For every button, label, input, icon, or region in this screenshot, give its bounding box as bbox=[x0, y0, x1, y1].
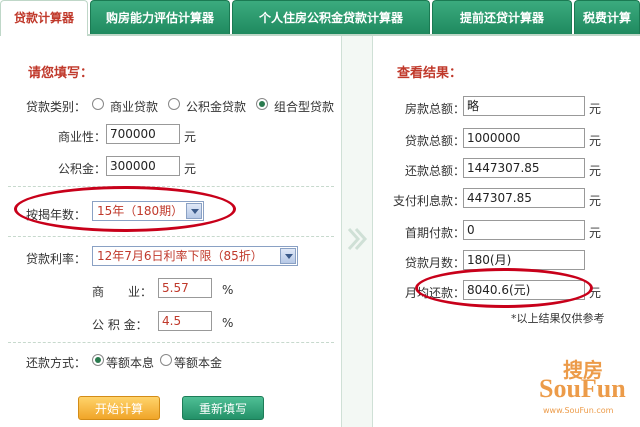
tab-bar: 贷款计算器 购房能力评估计算器 个人住房公积金贷款计算器 提前还贷计算器 税费计… bbox=[0, 0, 640, 36]
chevron-down-icon bbox=[280, 248, 296, 264]
total-price-output: 略 bbox=[463, 96, 585, 116]
commercial-loan-option: 商业贷款 bbox=[110, 100, 159, 114]
down-payment-output: 0 bbox=[463, 220, 585, 240]
radio-commercial-loan[interactable] bbox=[92, 98, 104, 110]
tab-tax-calculator[interactable]: 税费计算 bbox=[574, 0, 640, 34]
input-section-title: 请您填写： bbox=[28, 66, 94, 81]
interest-label: 支付利息款： bbox=[393, 194, 466, 208]
loan-type-label: 贷款类别： bbox=[26, 100, 87, 114]
total-price-label: 房款总额： bbox=[405, 102, 466, 116]
unit-yuan: 元 bbox=[589, 134, 602, 148]
repay-method-label: 还款方式： bbox=[26, 356, 87, 370]
radio-equal-installment[interactable] bbox=[92, 354, 104, 366]
highlight-ellipse-years bbox=[14, 186, 236, 232]
unit-yuan: 元 bbox=[589, 194, 602, 208]
interest-output: 447307.85 bbox=[463, 188, 585, 208]
rate-select[interactable]: 12年7月6日利率下限（85折） bbox=[92, 246, 298, 266]
percent-sign: % bbox=[222, 283, 234, 297]
panel-separator bbox=[342, 36, 372, 427]
unit-yuan: 元 bbox=[589, 102, 602, 116]
divider bbox=[8, 342, 334, 343]
tab-loan-calculator[interactable]: 贷款计算器 bbox=[0, 0, 88, 36]
highlight-ellipse-monthly bbox=[415, 268, 593, 308]
tab-affordability-calculator[interactable]: 购房能力评估计算器 bbox=[90, 0, 230, 34]
months-label: 贷款月数： bbox=[405, 256, 466, 270]
loan-total-label: 贷款总额： bbox=[405, 134, 466, 148]
tab-housing-fund-calculator[interactable]: 个人住房公积金贷款计算器 bbox=[232, 0, 430, 34]
fund-rate-label: 公 积 金： bbox=[92, 318, 148, 332]
down-payment-label: 首期付款： bbox=[405, 226, 466, 240]
radio-combined-loan[interactable] bbox=[256, 98, 268, 110]
unit-yuan: 元 bbox=[184, 130, 197, 144]
unit-yuan: 元 bbox=[589, 226, 602, 240]
loan-total-output: 1000000 bbox=[463, 128, 585, 148]
disclaimer-note: *以上结果仅供参考 bbox=[511, 312, 605, 325]
reset-button[interactable]: 重新填写 bbox=[182, 396, 264, 420]
result-panel: 查看结果： 房款总额： 略 元 贷款总额： 1000000 元 还款总额： 14… bbox=[372, 36, 640, 427]
radio-equal-principal[interactable] bbox=[160, 354, 172, 366]
tab-prepayment-calculator[interactable]: 提前还贷计算器 bbox=[432, 0, 572, 34]
rate-label: 贷款利率： bbox=[26, 252, 87, 266]
commercial-rate-input[interactable]: 5.57 bbox=[158, 278, 212, 298]
fund-loan-option: 公积金贷款 bbox=[186, 100, 247, 114]
radio-fund-loan[interactable] bbox=[168, 98, 180, 110]
fund-amount-label: 公积金： bbox=[58, 162, 107, 176]
unit-yuan: 元 bbox=[589, 164, 602, 178]
commercial-amount-input[interactable]: 700000 bbox=[106, 124, 180, 144]
combined-loan-option: 组合型贷款 bbox=[274, 100, 335, 114]
commercial-amount-label: 商业性： bbox=[58, 130, 107, 144]
commercial-rate-label: 商 业： bbox=[92, 285, 153, 299]
divider bbox=[8, 186, 334, 187]
divider bbox=[8, 236, 334, 237]
start-calc-button[interactable]: 开始计算 bbox=[78, 396, 160, 420]
fund-rate-input[interactable]: 4.5 bbox=[158, 311, 212, 331]
soufun-watermark: 搜房 SouFun www.SouFun.com bbox=[539, 358, 626, 415]
equal-principal-option: 等额本金 bbox=[174, 356, 223, 370]
input-panel: 请您填写： 贷款类别： 商业贷款 公积金贷款 组合型贷款 商业性： 700000… bbox=[0, 36, 342, 427]
repay-total-label: 还款总额： bbox=[405, 164, 466, 178]
fund-amount-input[interactable]: 300000 bbox=[106, 156, 180, 176]
unit-yuan: 元 bbox=[184, 162, 197, 176]
result-section-title: 查看结果： bbox=[397, 66, 463, 81]
repay-total-output: 1447307.85 bbox=[463, 158, 585, 178]
months-output: 180(月) bbox=[463, 250, 585, 270]
double-chevron-right-icon bbox=[347, 227, 368, 251]
equal-installment-option: 等额本息 bbox=[106, 356, 155, 370]
percent-sign: % bbox=[222, 316, 234, 330]
